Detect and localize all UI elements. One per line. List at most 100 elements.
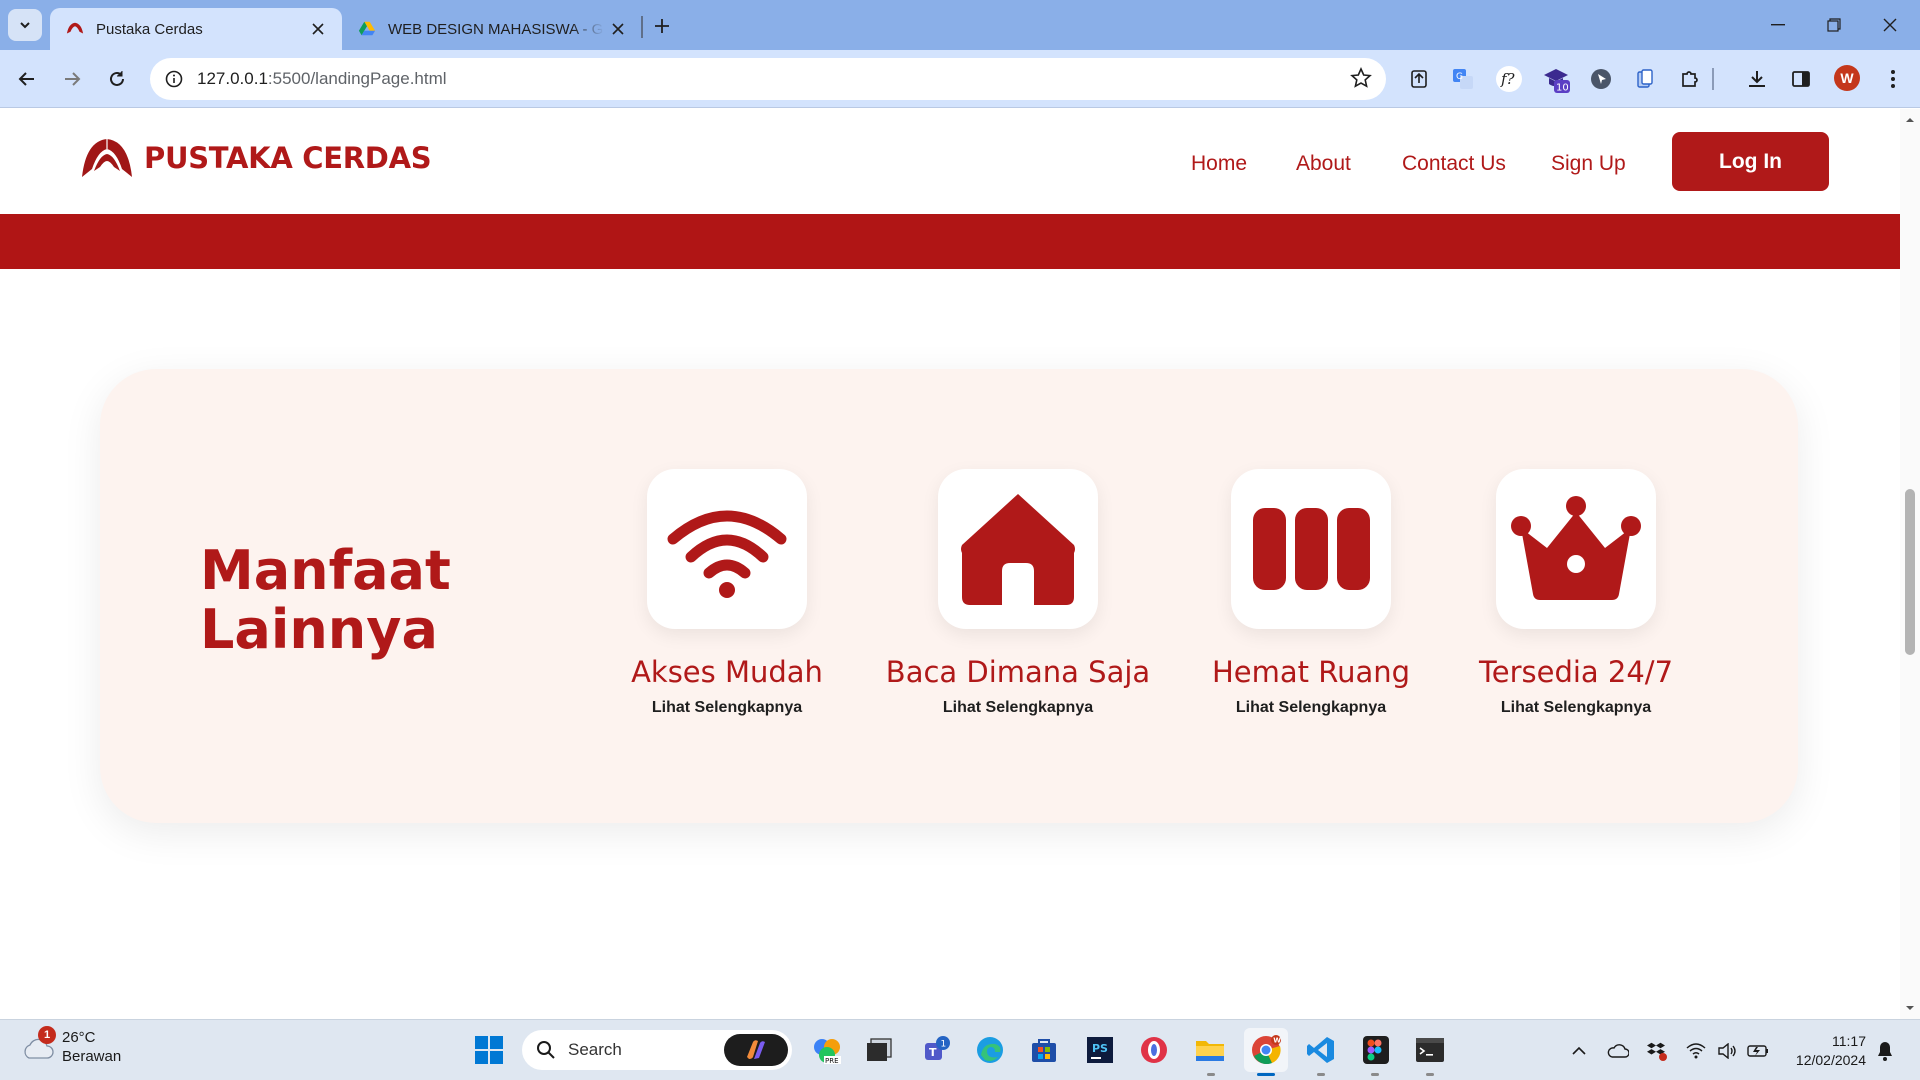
store-app[interactable] (1027, 1033, 1061, 1067)
reload-button[interactable] (101, 63, 133, 95)
page-scrollbar[interactable] (1900, 109, 1920, 1019)
arrow-right-icon (65, 72, 81, 86)
explorer-running-indicator (1207, 1073, 1215, 1076)
system-clock[interactable]: 11:17 12/02/2024 (1786, 1032, 1866, 1070)
cursor-extension-icon[interactable] (1586, 64, 1616, 94)
phpstorm-app[interactable]: PS (1083, 1033, 1117, 1067)
new-tab-button[interactable] (648, 12, 676, 40)
download-icon[interactable] (1742, 64, 1772, 94)
task-view-icon (867, 1038, 892, 1061)
puzzle-extensions-icon[interactable] (1675, 64, 1705, 94)
minimize-icon (1771, 24, 1785, 26)
copilot-button[interactable] (724, 1034, 788, 1066)
graduation-cap-extension-icon[interactable]: 10 (1541, 64, 1571, 94)
nav-home[interactable]: Home (1191, 152, 1247, 176)
tab-pustaka-cerdas[interactable]: Pustaka Cerdas (50, 8, 342, 50)
tab-search-button[interactable] (8, 9, 42, 41)
battery-icon[interactable] (1747, 1040, 1769, 1062)
svg-text:G: G (1456, 72, 1463, 82)
scroll-up-arrow-icon[interactable] (1905, 115, 1915, 125)
figma-app[interactable] (1358, 1033, 1392, 1067)
whatfont-icon[interactable]: f? (1494, 64, 1524, 94)
benefit-hemat-ruang[interactable]: Hemat Ruang Lihat Selengkapnya (1171, 469, 1451, 717)
benefits-card: Manfaat Lainnya Akses Mudah Lihat Seleng… (100, 369, 1798, 823)
nav-sign-up[interactable]: Sign Up (1551, 152, 1626, 176)
hero-band (0, 214, 1900, 269)
nav-about[interactable]: About (1296, 152, 1351, 176)
tab-close-icon[interactable] (304, 15, 332, 43)
back-button[interactable] (11, 63, 43, 95)
opera-icon (1141, 1037, 1167, 1063)
vscode-app[interactable] (1304, 1033, 1338, 1067)
terminal-app[interactable] (1413, 1033, 1447, 1067)
folder-icon (1196, 1041, 1224, 1061)
figma-running-indicator (1371, 1073, 1379, 1076)
onedrive-icon[interactable] (1607, 1040, 1629, 1062)
plus-icon (655, 19, 669, 33)
windows-taskbar: 1 26°C Berawan Search PRE T1 PS W 11:17 … (0, 1019, 1920, 1080)
extension-upload-icon[interactable] (1404, 64, 1434, 94)
jetbrains-icon: PS (1087, 1037, 1113, 1063)
opera-app[interactable] (1137, 1033, 1171, 1067)
brand-logo[interactable]: PUSTAKA CERDAS (80, 135, 432, 181)
clipboard-extension-icon[interactable] (1630, 64, 1660, 94)
svg-text:10: 10 (1556, 83, 1569, 94)
forward-button[interactable] (56, 63, 88, 95)
benefit-more-link[interactable]: Lihat Selengkapnya (1436, 699, 1716, 717)
address-bar[interactable]: 127.0.0.1:5500/landingPage.html (150, 58, 1386, 100)
scrollbar-thumb[interactable] (1905, 489, 1915, 655)
wifi-status-icon[interactable] (1685, 1040, 1707, 1062)
login-button[interactable]: Log In (1672, 132, 1829, 191)
file-explorer-app[interactable] (1193, 1033, 1227, 1067)
tab-separator (641, 16, 643, 38)
arrow-left-icon (18, 72, 34, 86)
tab-web-design-mahasiswa[interactable]: WEB DESIGN MAHASISWA - Goo (350, 8, 642, 50)
side-panel-icon[interactable] (1786, 64, 1816, 94)
benefit-more-link[interactable]: Lihat Selengkapnya (587, 699, 867, 717)
browser-toolbar: 127.0.0.1:5500/landingPage.html G f? 10 … (0, 50, 1920, 108)
profile-avatar[interactable]: W (1834, 65, 1860, 91)
tab-close-icon[interactable] (604, 15, 632, 43)
benefit-icon-box (1231, 469, 1391, 629)
windows-logo-icon (475, 1036, 503, 1064)
teams-app[interactable]: T1 (920, 1033, 954, 1067)
bookmark-star-icon[interactable] (1350, 67, 1372, 89)
volume-icon[interactable] (1716, 1040, 1738, 1062)
chevron-down-icon (20, 22, 30, 29)
pustaka-logo-favicon-icon (66, 22, 84, 34)
nav-contact-us[interactable]: Contact Us (1402, 152, 1506, 176)
chrome-icon: W (1252, 1035, 1281, 1065)
taskbar-search[interactable]: Search (522, 1030, 792, 1070)
clock-date: 12/02/2024 (1795, 1052, 1866, 1068)
start-button[interactable] (472, 1033, 506, 1067)
teams-icon: T1 (925, 1036, 950, 1060)
task-view-app[interactable] (862, 1033, 896, 1067)
benefit-tersedia-24-7[interactable]: Tersedia 24/7 Lihat Selengkapnya (1436, 469, 1716, 717)
benefit-title: Baca Dimana Saja (885, 655, 1151, 689)
google-translate-icon[interactable]: G (1448, 64, 1478, 94)
copilot-pre-app[interactable]: PRE (810, 1033, 844, 1067)
tab-title: Pustaka Cerdas (96, 20, 203, 38)
vscode-running-indicator (1317, 1073, 1325, 1076)
benefit-icon-box (1496, 469, 1656, 629)
edge-app[interactable] (973, 1033, 1007, 1067)
site-info-icon[interactable] (159, 64, 189, 94)
dropbox-icon[interactable] (1646, 1040, 1668, 1062)
benefit-baca-dimana-saja[interactable]: Baca Dimana Saja Lihat Selengkapnya (878, 469, 1158, 717)
restore-button[interactable] (1806, 0, 1862, 50)
chrome-app[interactable]: W (1244, 1028, 1288, 1072)
benefit-more-link[interactable]: Lihat Selengkapnya (878, 699, 1158, 717)
kebab-menu-icon[interactable] (1878, 64, 1908, 94)
close-window-button[interactable] (1862, 0, 1918, 50)
minimize-button[interactable] (1750, 0, 1806, 50)
weather-widget[interactable]: 1 26°C Berawan (20, 1026, 121, 1066)
tray-overflow-chevron-icon[interactable] (1568, 1040, 1590, 1062)
terminal-running-indicator (1426, 1073, 1434, 1076)
search-icon (537, 1041, 555, 1059)
copilot-preview-icon: PRE (814, 1039, 841, 1065)
notification-bell-icon[interactable] (1874, 1040, 1896, 1062)
svg-text:W: W (1273, 1037, 1281, 1045)
benefit-akses-mudah[interactable]: Akses Mudah Lihat Selengkapnya (587, 469, 867, 717)
benefit-more-link[interactable]: Lihat Selengkapnya (1171, 699, 1451, 717)
scroll-down-arrow-icon[interactable] (1905, 1003, 1915, 1013)
